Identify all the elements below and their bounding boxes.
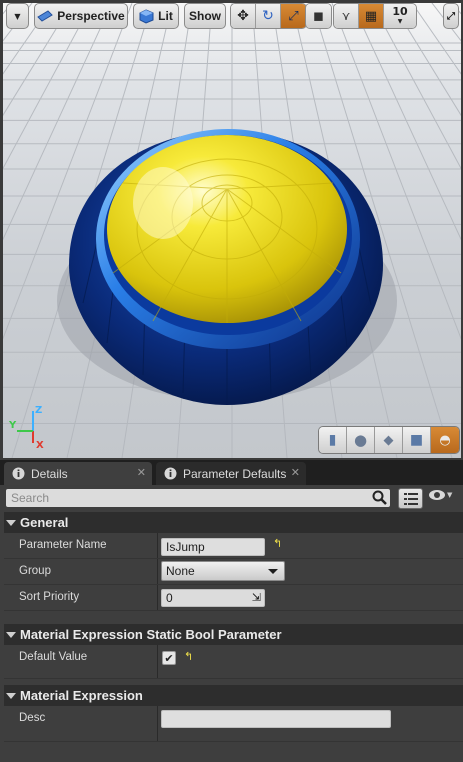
transform-tools: ✥ ↻ ⤢ (230, 3, 307, 29)
local-space-button[interactable]: ◼ (306, 4, 331, 28)
close-icon[interactable]: ✕ (291, 466, 300, 479)
scale-icon: ⤢ (288, 8, 299, 24)
sphere-preview-button[interactable]: ● (347, 427, 375, 453)
property-name: Default Value (19, 651, 88, 663)
mesh-preview-button[interactable]: ◓ (431, 427, 459, 453)
move-icon: ✥ (237, 8, 249, 24)
3d-viewport[interactable]: Z Y X (3, 3, 461, 458)
collapse-arrow-icon (6, 519, 16, 526)
scale-tool[interactable]: ⤢ (281, 4, 306, 28)
reset-to-default-icon[interactable]: ↰ (184, 650, 193, 663)
grid-size-dropdown[interactable]: 10 ▼ (384, 4, 416, 28)
translate-tool[interactable]: ✥ (231, 4, 256, 28)
property-row: Parameter Name IsJump ↰ (4, 533, 463, 559)
property-row: Sort Priority 0 ⇲ (4, 585, 463, 611)
desc-field[interactable] (161, 710, 391, 728)
grid-size-value: 10 (392, 5, 408, 18)
maximize-icon: ⤢ (447, 10, 455, 22)
grid-snap-group: ⋎ ▦ 10 ▼ (333, 3, 417, 29)
chevron-down-icon (268, 569, 278, 574)
teapot-icon: ◓ (439, 432, 451, 448)
surface-snap-button[interactable]: ⋎ (334, 4, 359, 28)
rotate-icon: ↻ (262, 8, 274, 24)
editor-window: { "toolbar": { "perspective_label": "Per… (0, 0, 463, 762)
lit-label: Lit (158, 9, 173, 23)
axis-label-x: X (36, 440, 44, 451)
chevron-down-icon: ▼ (447, 491, 453, 499)
default-value-checkbox[interactable]: ✔ (162, 651, 176, 665)
search-box (6, 489, 390, 507)
plane-preview-button[interactable]: ◆ (375, 427, 403, 453)
group-value: None (166, 564, 195, 578)
drag-handle-icon: ⇲ (251, 592, 261, 604)
property-row: Desc (4, 706, 463, 742)
chevron-down-icon: ▼ (14, 11, 21, 21)
viewport-options-button[interactable]: ▼ (6, 3, 29, 29)
category-title: General (20, 515, 69, 530)
preview-shape-buttons: ▮ ● ◆ ■ ◓ (318, 426, 460, 454)
perspective-label: Perspective (57, 9, 125, 23)
cube-icon: ■ (409, 432, 424, 448)
chevron-down-icon: ▼ (397, 18, 403, 25)
tab-label: Parameter Defaults (183, 466, 287, 481)
collapse-arrow-icon (6, 631, 16, 638)
world-local-toggle: ◼ (305, 3, 332, 29)
property-name: Group (19, 565, 51, 577)
category-static-bool-parameter[interactable]: Material Expression Static Bool Paramete… (4, 624, 463, 645)
maximize-viewport-button[interactable]: ⤢ (443, 3, 459, 29)
property-matrix-button[interactable] (398, 488, 423, 509)
camera-icon (37, 10, 54, 22)
perspective-button[interactable]: Perspective (34, 3, 128, 29)
collapse-arrow-icon (6, 692, 16, 699)
info-icon (164, 467, 177, 480)
plane-icon: ◆ (383, 432, 394, 448)
cylinder-icon: ▮ (328, 432, 337, 448)
eye-icon (429, 490, 445, 500)
info-icon (12, 467, 25, 480)
rotate-tool[interactable]: ↻ (256, 4, 281, 28)
view-options-button[interactable]: ▼ (428, 489, 452, 501)
property-name: Parameter Name (19, 539, 107, 551)
category-general[interactable]: General (4, 512, 463, 533)
close-icon[interactable]: ✕ (137, 466, 146, 479)
cube-outline-icon: ◼ (313, 8, 324, 24)
axis-label-z: Z (35, 405, 43, 416)
sort-priority-field[interactable]: 0 ⇲ (161, 589, 265, 607)
cube-icon (139, 8, 154, 24)
grid-icon: ▦ (364, 8, 378, 24)
tab-details[interactable]: Details ✕ (4, 462, 152, 485)
category-material-expression[interactable]: Material Expression (4, 685, 463, 706)
property-name: Desc (19, 712, 46, 724)
checkmark-icon: ✔ (164, 651, 174, 665)
sphere-icon: ● (353, 431, 368, 449)
snap-icon: ⋎ (341, 9, 351, 23)
search-icon[interactable] (372, 490, 387, 505)
category-title: Material Expression (20, 688, 143, 703)
axis-label-y: Y (9, 420, 17, 431)
lit-button[interactable]: Lit (133, 3, 179, 29)
reset-to-default-icon[interactable]: ↰ (273, 537, 282, 550)
show-label: Show (189, 9, 221, 23)
grid-snap-toggle[interactable]: ▦ (359, 4, 384, 28)
cylinder-preview-button[interactable]: ▮ (319, 427, 347, 453)
category-title: Material Expression Static Bool Paramete… (20, 627, 282, 642)
property-row: Group None (4, 559, 463, 585)
scene-render (3, 3, 461, 458)
show-button[interactable]: Show (184, 3, 226, 29)
property-name: Sort Priority (19, 591, 80, 603)
cube-preview-button[interactable]: ■ (403, 427, 431, 453)
tab-label: Details (31, 466, 68, 481)
details-panel: Details ✕ Parameter Defaults ✕ ▼ General… (0, 460, 463, 762)
search-input[interactable] (6, 489, 366, 507)
parameter-name-field[interactable]: IsJump (161, 538, 265, 556)
group-dropdown[interactable]: None (161, 561, 285, 581)
property-row: Default Value ✔ ↰ (4, 645, 463, 679)
tab-bar: Details ✕ Parameter Defaults ✕ (0, 460, 463, 485)
list-icon (403, 492, 418, 505)
sort-priority-value: 0 (166, 591, 173, 605)
tab-parameter-defaults[interactable]: Parameter Defaults ✕ (156, 462, 306, 485)
